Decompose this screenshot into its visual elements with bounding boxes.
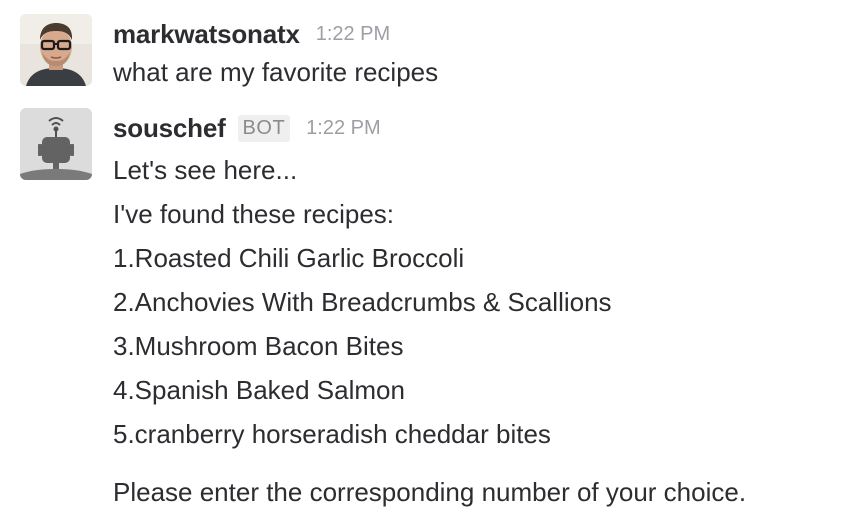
message-header: souschef BOT 1:22 PM — [113, 108, 862, 148]
recipe-item: 1.Roasted Chili Garlic Broccoli — [113, 243, 465, 273]
avatar[interactable] — [20, 14, 92, 86]
user-photo-icon — [20, 14, 92, 86]
message-text: Please enter the corresponding number of… — [113, 477, 747, 507]
username[interactable]: souschef — [113, 113, 226, 144]
avatar[interactable] — [20, 108, 92, 180]
recipe-item: 5.cranberry horseradish cheddar bites — [113, 419, 551, 449]
message-header: markwatsonatx 1:22 PM — [113, 14, 862, 54]
message-text: what are my favorite recipes — [113, 57, 439, 87]
recipe-item: 4.Spanish Baked Salmon — [113, 375, 405, 405]
timestamp[interactable]: 1:22 PM — [306, 117, 380, 140]
message-text: I've found these recipes: — [113, 199, 395, 229]
message-text: Let's see here... — [113, 155, 298, 185]
message-content: souschef BOT 1:22 PM Let's see here... I… — [113, 108, 862, 514]
recipe-item: 3.Mushroom Bacon Bites — [113, 331, 404, 361]
bot-badge: BOT — [237, 114, 291, 142]
robot-icon — [20, 108, 92, 180]
recipe-item: 2.Anchovies With Breadcrumbs & Scallions — [113, 287, 612, 317]
message-content: markwatsonatx 1:22 PM what are my favori… — [113, 14, 862, 90]
username[interactable]: markwatsonatx — [113, 19, 300, 50]
timestamp[interactable]: 1:22 PM — [316, 23, 390, 46]
